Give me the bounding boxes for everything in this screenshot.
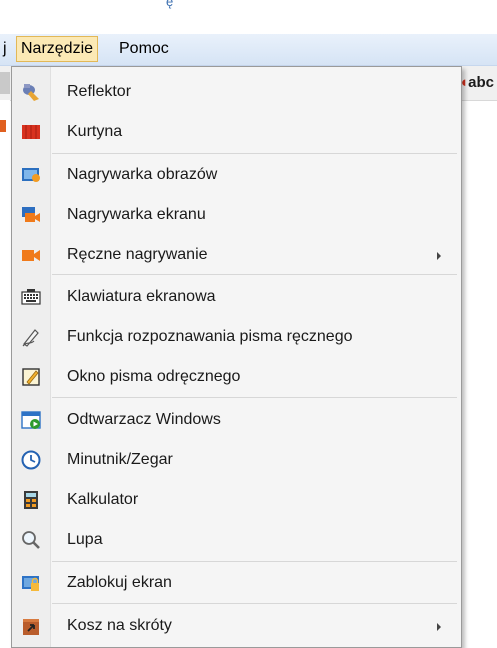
- menu-item-reczne-nagrywanie[interactable]: Ręczne nagrywanie: [12, 235, 461, 275]
- image-recorder-icon: [22, 168, 40, 182]
- narzedzie-dropdown-menu: Reflektor Kurtyna Nagrywarka obrazów Nag…: [11, 66, 462, 648]
- menu-item-minutnik-zegar[interactable]: Minutnik/Zegar: [12, 440, 461, 480]
- menu-item-label: Funkcja rozpoznawania pisma ręcznego: [67, 328, 353, 345]
- shortcut-bin-icon: [23, 619, 39, 635]
- manual-record-icon: [22, 250, 40, 261]
- menubar: j Narzędzie Pomoc: [0, 34, 497, 66]
- menu-pomoc[interactable]: Pomoc: [116, 37, 172, 61]
- menu-item-kurtyna[interactable]: Kurtyna: [12, 112, 461, 152]
- menu-item-label: Klawiatura ekranowa: [67, 288, 216, 305]
- menu-item-nagrywarka-ekranu[interactable]: Nagrywarka ekranu: [12, 195, 461, 235]
- clock-icon: [21, 450, 41, 470]
- menu-item-lupa[interactable]: Lupa: [12, 520, 461, 560]
- menu-item-previous[interactable]: j: [0, 37, 10, 61]
- submenu-arrow-icon: [437, 623, 441, 631]
- menu-item-label: Kosz na skróty: [67, 617, 172, 634]
- menu-narzedzie[interactable]: Narzędzie: [16, 36, 99, 62]
- menu-item-zablokuj-ekran[interactable]: Zablokuj ekran: [12, 563, 461, 603]
- spellcheck-label: abc: [468, 74, 494, 91]
- menu-separator: [52, 561, 457, 562]
- menu-separator: [52, 603, 457, 604]
- partial-icon: [0, 120, 6, 132]
- menu-item-rozpoznawanie-pisma[interactable]: Funkcja rozpoznawania pisma ręcznego: [12, 317, 461, 357]
- menu-item-label: Odtwarzacz Windows: [67, 411, 221, 428]
- submenu-arrow-icon: [437, 252, 441, 260]
- screen-recorder-icon: [22, 207, 40, 222]
- magnifier-icon: [22, 531, 40, 549]
- handwriting-recognition-icon: [22, 329, 39, 347]
- menu-item-odtwarzacz-windows[interactable]: Odtwarzacz Windows: [12, 400, 461, 440]
- title-glyph: ę: [166, 0, 174, 9]
- menu-item-okno-pisma[interactable]: Okno pisma odręcznego: [12, 357, 461, 397]
- menu-item-kosz-na-skroty[interactable]: Kosz na skróty: [12, 606, 461, 646]
- menu-item-label: Zablokuj ekran: [67, 574, 172, 591]
- lock-screen-icon: [22, 576, 39, 591]
- spellcheck-button[interactable]: ◖abc: [459, 74, 494, 91]
- title-area: ę: [0, 0, 497, 34]
- content-left-edge: [0, 100, 10, 639]
- menu-item-reflektor[interactable]: Reflektor: [12, 72, 461, 112]
- menu-item-label: Lupa: [67, 531, 103, 548]
- menu-separator: [52, 397, 457, 398]
- media-player-icon: [21, 411, 41, 429]
- menu-item-klawiatura-ekranowa[interactable]: Klawiatura ekranowa: [12, 277, 461, 317]
- menu-item-label: Kalkulator: [67, 491, 139, 508]
- menu-item-label: Nagrywarka obrazów: [67, 166, 218, 183]
- handwriting-window-icon: [22, 368, 40, 386]
- curtain-icon: [22, 125, 40, 139]
- menu-item-label: Okno pisma odręcznego: [67, 368, 241, 385]
- menu-item-kalkulator[interactable]: Kalkulator: [12, 480, 461, 520]
- menu-separator: [52, 153, 457, 154]
- keyboard-icon: [21, 289, 41, 305]
- spotlight-icon: [23, 84, 39, 101]
- menu-item-label: Ręczne nagrywanie: [67, 246, 208, 263]
- menu-separator: [52, 274, 457, 275]
- menu-item-label: Kurtyna: [67, 123, 123, 140]
- toolbar-button-partial[interactable]: [0, 72, 10, 94]
- menu-item-label: Nagrywarka ekranu: [67, 206, 206, 223]
- calculator-icon: [24, 491, 38, 509]
- menu-item-nagrywarka-obrazow[interactable]: Nagrywarka obrazów: [12, 155, 461, 195]
- menu-item-label: Reflektor: [67, 83, 132, 100]
- menu-item-label: Minutnik/Zegar: [67, 451, 173, 468]
